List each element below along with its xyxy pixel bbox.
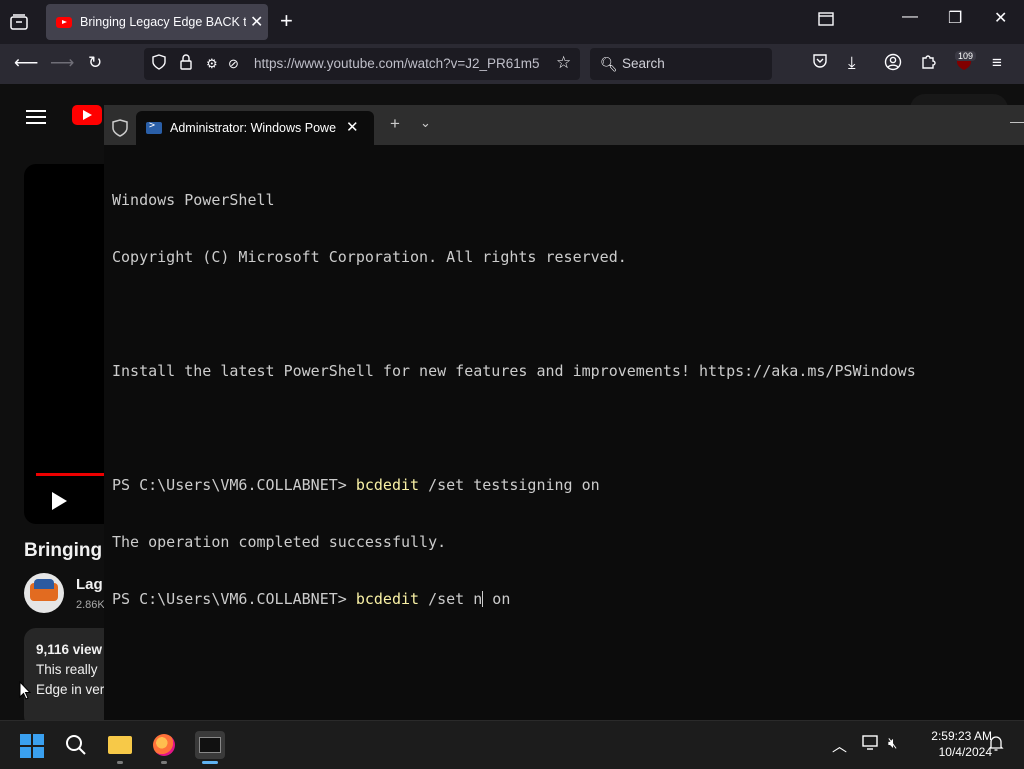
admin-shield-icon — [112, 119, 128, 142]
search-bar[interactable]: 🔍︎ Search — [590, 48, 772, 80]
chevron-up-icon[interactable]: ︿ — [832, 735, 847, 756]
notification-bell-icon[interactable] — [988, 735, 1004, 755]
new-tab-button[interactable]: + — [280, 8, 293, 34]
extensions-puzzle-icon[interactable] — [920, 53, 937, 75]
browser-tab-title: Bringing Legacy Edge BACK to Windows 11 — [80, 15, 246, 29]
command-name: bcdedit — [355, 476, 420, 494]
powershell-icon — [146, 120, 162, 134]
command-args: /set testsigning on — [419, 476, 600, 494]
terminal-line: The operation completed successfully. — [112, 533, 447, 551]
view-count: 9,116 view — [36, 642, 103, 657]
terminal-app-icon[interactable] — [192, 731, 228, 759]
command-args: on — [483, 590, 511, 608]
prompt: PS C:\Users\VM6.COLLABNET> — [112, 476, 356, 494]
close-tab-icon[interactable]: ✕ — [250, 12, 263, 32]
terminal-window[interactable]: Administrator: Windows PowerShell ✕ + ⌄ … — [104, 105, 1024, 720]
reload-icon[interactable]: ↻ — [88, 53, 102, 73]
tab-list-icon[interactable] — [6, 10, 32, 34]
shield-tracking-icon[interactable] — [152, 54, 166, 76]
browser-tab-youtube[interactable]: Bringing Legacy Edge BACK to Windows 11 … — [46, 4, 268, 40]
youtube-menu-icon[interactable] — [26, 106, 46, 128]
account-icon[interactable] — [884, 53, 902, 76]
search-icon: 🔍︎ — [600, 56, 618, 72]
command-name: bcdedit — [355, 590, 420, 608]
running-indicator — [117, 761, 123, 764]
prompt: PS C:\Users\VM6.COLLABNET> — [112, 590, 356, 608]
terminal-output[interactable]: Windows PowerShell Copyright (C) Microso… — [112, 153, 916, 647]
close-tab-icon[interactable]: ✕ — [346, 118, 359, 136]
url-text[interactable]: https://www.youtube.com/watch?v=J2_PR61m… — [254, 56, 544, 71]
downloads-icon[interactable]: ⤓ — [848, 53, 856, 73]
description-line: This really — [36, 662, 98, 677]
description-line: Edge in ver — [36, 682, 105, 697]
bookmark-star-icon[interactable]: ☆ — [556, 53, 571, 73]
taskbar: ︿ 🔇︎ 2:59:23 AM 10/4/2024 — [0, 720, 1024, 769]
pocket-icon[interactable] — [812, 53, 828, 74]
terminal-line: Install the latest PowerShell for new fe… — [112, 362, 916, 380]
terminal-line: Windows PowerShell — [112, 191, 275, 209]
autoplay-blocked-icon[interactable]: ⊘ — [228, 54, 239, 74]
browser-nav-bar: ⟵ ⟶ ↻ ⚙ ⊘ https://www.youtube.com/watch?… — [0, 44, 1024, 84]
close-window-button[interactable]: ✕ — [994, 8, 1007, 28]
minimize-window-button[interactable]: — — [902, 8, 918, 26]
subscriber-count: 2.86K — [76, 599, 105, 611]
running-indicator — [161, 761, 167, 764]
file-explorer-icon[interactable] — [106, 731, 134, 759]
clock-date: 10/4/2024 — [938, 745, 992, 759]
clock[interactable]: 2:59:23 AM 10/4/2024 — [908, 728, 992, 760]
permissions-icon[interactable]: ⚙ — [206, 54, 218, 74]
search-placeholder: Search — [622, 56, 665, 71]
new-terminal-tab-button[interactable]: + — [390, 114, 400, 134]
picture-in-picture-icon[interactable] — [818, 12, 834, 31]
volume-muted-icon[interactable]: 🔇︎ — [888, 735, 897, 752]
terminal-line: Copyright (C) Microsoft Corporation. All… — [112, 248, 627, 266]
active-indicator — [202, 761, 218, 764]
terminal-title-bar[interactable]: Administrator: Windows PowerShell ✕ + ⌄ … — [104, 105, 1024, 145]
chevron-down-icon[interactable]: ⌄ — [420, 115, 431, 131]
forward-arrow-icon[interactable]: ⟶ — [50, 53, 74, 73]
browser-tab-bar: Bringing Legacy Edge BACK to Windows 11 … — [0, 0, 1024, 44]
restore-window-button[interactable]: ❐ — [948, 8, 962, 28]
channel-avatar[interactable] — [24, 573, 64, 613]
extension-badge: 109 — [955, 51, 977, 61]
video-title: Bringing — [24, 540, 103, 561]
network-icon[interactable] — [862, 735, 880, 755]
terminal-minimize-button[interactable]: — — [1010, 113, 1024, 129]
youtube-favicon-icon — [56, 16, 72, 28]
terminal-tab-title: Administrator: Windows PowerShell — [170, 121, 336, 135]
channel-name[interactable]: Lag — [76, 576, 103, 593]
terminal-tab-powershell[interactable]: Administrator: Windows PowerShell ✕ — [136, 111, 374, 145]
menu-hamburger-icon[interactable]: ≡ — [992, 53, 1002, 73]
url-bar[interactable]: ⚙ ⊘ https://www.youtube.com/watch?v=J2_P… — [144, 48, 580, 80]
youtube-logo[interactable] — [72, 105, 102, 125]
firefox-icon[interactable] — [150, 731, 178, 759]
search-icon[interactable] — [62, 731, 90, 759]
lock-icon[interactable] — [180, 54, 192, 75]
mouse-pointer-icon — [19, 681, 31, 700]
clock-time: 2:59:23 AM — [931, 729, 992, 743]
start-windows-icon[interactable] — [20, 734, 44, 758]
terminal-input-line[interactable]: PS C:\Users\VM6.COLLABNET> bcdedit /set … — [112, 590, 916, 609]
terminal-command-line: PS C:\Users\VM6.COLLABNET> bcdedit /set … — [112, 476, 916, 495]
play-icon[interactable] — [52, 492, 67, 510]
command-args: /set n — [419, 590, 483, 608]
back-arrow-icon[interactable]: ⟵ — [14, 53, 38, 73]
